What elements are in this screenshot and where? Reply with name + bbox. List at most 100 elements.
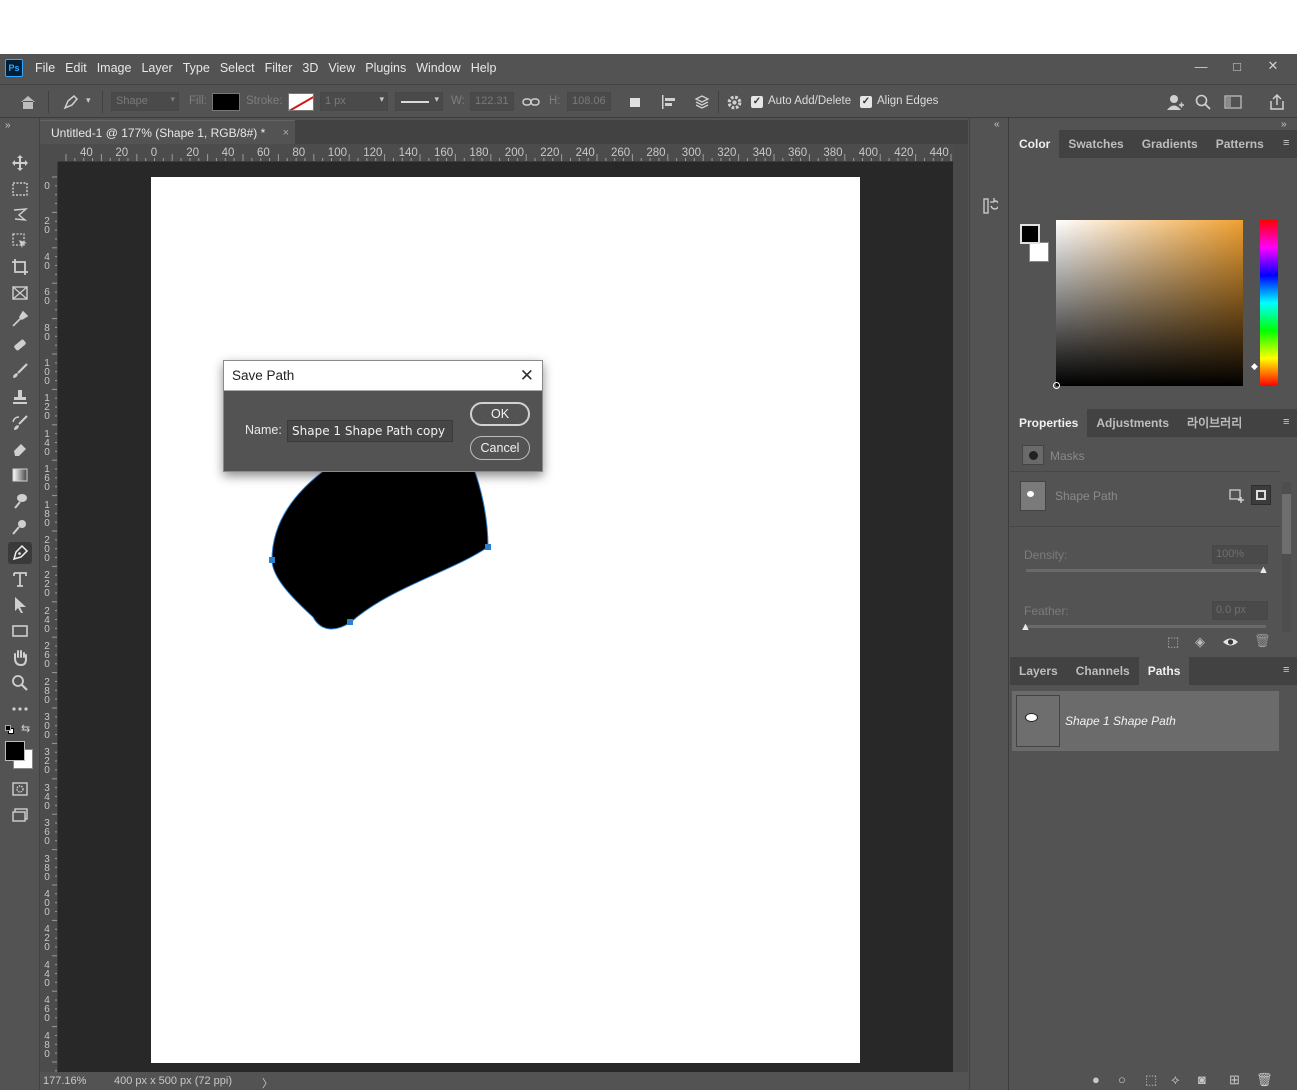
maximize-button[interactable]: □ xyxy=(1227,59,1247,74)
close-window-button[interactable]: ✕ xyxy=(1263,58,1283,74)
close-document-icon[interactable]: × xyxy=(283,121,289,145)
tab-color[interactable]: Color xyxy=(1010,130,1060,158)
menu-view[interactable]: View xyxy=(323,54,360,82)
menu-window[interactable]: Window xyxy=(411,54,465,82)
home-icon[interactable] xyxy=(19,94,37,110)
tab-libraries[interactable]: 라이브러리 xyxy=(1178,409,1251,437)
document-canvas[interactable] xyxy=(151,177,860,1063)
collapse-panels-icon[interactable]: » xyxy=(1281,119,1287,130)
clone-stamp-tool-icon[interactable] xyxy=(8,386,32,408)
eraser-tool-icon[interactable] xyxy=(8,438,32,460)
path-selection-tool-icon[interactable] xyxy=(8,594,32,616)
tab-layers[interactable]: Layers xyxy=(1010,657,1067,685)
shape-1-path[interactable] xyxy=(271,466,489,630)
width-field[interactable]: 122.31 xyxy=(470,92,514,111)
tab-patterns[interactable]: Patterns xyxy=(1207,130,1273,158)
lasso-tool-icon[interactable] xyxy=(8,204,32,226)
collapse-dock-icon[interactable]: « xyxy=(994,119,1000,130)
panel-menu-icon[interactable]: ≡ xyxy=(1283,137,1293,149)
healing-brush-tool-icon[interactable] xyxy=(8,334,32,356)
add-vector-mask-icon[interactable] xyxy=(1229,488,1245,504)
workspace-icon[interactable] xyxy=(1224,94,1242,110)
pen-tool-preset-icon[interactable] xyxy=(62,93,80,111)
object-selection-tool-icon[interactable] xyxy=(8,230,32,252)
menu-edit[interactable]: Edit xyxy=(60,54,92,82)
stroke-width-field[interactable]: 1 px ▾ xyxy=(320,92,388,111)
type-tool-icon[interactable] xyxy=(8,568,32,590)
path-arrangement-icon[interactable] xyxy=(692,93,712,111)
new-path-icon[interactable]: ⊞ xyxy=(1229,1072,1240,1088)
preset-dropdown-chevron-icon[interactable]: ▾ xyxy=(86,95,91,106)
align-edges-checkbox[interactable]: ✓ xyxy=(860,96,872,108)
stroke-type-select[interactable]: ▾ xyxy=(395,92,443,111)
ok-button[interactable]: OK xyxy=(470,402,530,426)
history-panel-icon[interactable] xyxy=(982,197,998,215)
menu-layer[interactable]: Layer xyxy=(136,54,177,82)
tab-paths[interactable]: Paths xyxy=(1138,657,1190,685)
make-work-path-icon[interactable]: ⟡ xyxy=(1171,1072,1180,1088)
crop-tool-icon[interactable] xyxy=(8,256,32,278)
horizontal-ruler[interactable]: 40 20 0 20 40 60 80 100 120 140 160 180 200 220 240 260… xyxy=(58,144,953,162)
shape-layer[interactable] xyxy=(151,177,860,1063)
auto-add-delete-checkbox[interactable]: ✓ xyxy=(751,96,763,108)
move-tool-icon[interactable] xyxy=(8,152,32,174)
menu-select[interactable]: Select xyxy=(215,54,260,82)
fill-path-icon[interactable]: ● xyxy=(1092,1072,1100,1087)
load-path-as-selection-icon[interactable]: ⬚ xyxy=(1145,1072,1157,1088)
tab-properties[interactable]: Properties xyxy=(1010,409,1088,437)
cancel-button[interactable]: Cancel xyxy=(470,436,530,460)
path-name[interactable]: Shape 1 Shape Path xyxy=(1065,714,1176,728)
tab-gradients[interactable]: Gradients xyxy=(1133,130,1207,158)
dodge-tool-icon[interactable] xyxy=(8,516,32,538)
shape-path-thumbnail[interactable] xyxy=(1020,481,1046,511)
status-menu-arrow[interactable]: 〉 xyxy=(262,1075,273,1090)
anchor-point[interactable] xyxy=(347,619,353,625)
path-name-input[interactable] xyxy=(287,420,453,442)
screen-mode-icon[interactable] xyxy=(8,804,32,826)
tab-adjustments[interactable]: Adjustments xyxy=(1087,409,1178,437)
menu-plugins[interactable]: Plugins xyxy=(360,54,411,82)
marquee-tool-icon[interactable] xyxy=(8,178,32,200)
vertical-ruler[interactable]: 0 20 40 60 80 100 120 140 160 180 200 220 240 260 280 3… xyxy=(40,162,58,1072)
gradient-tool-icon[interactable] xyxy=(8,464,32,486)
menu-filter[interactable]: Filter xyxy=(260,54,298,82)
anchor-point[interactable] xyxy=(485,544,491,550)
color-panel-foreground-swatch[interactable] xyxy=(1020,224,1040,244)
close-dialog-icon[interactable]: ✕ xyxy=(520,361,534,391)
history-brush-tool-icon[interactable] xyxy=(8,412,32,434)
tool-mode-select[interactable]: Shape ▾ xyxy=(111,92,179,111)
document-tab[interactable]: Untitled-1 @ 177% (Shape 1, RGB/8#) * × xyxy=(40,120,295,144)
frame-tool-icon[interactable] xyxy=(8,282,32,304)
quick-mask-icon[interactable] xyxy=(8,778,32,800)
height-field[interactable]: 108.06 xyxy=(567,92,611,111)
hand-tool-icon[interactable] xyxy=(8,646,32,668)
photoshop-logo-icon[interactable]: Ps xyxy=(5,59,23,77)
select-vector-mask-icon[interactable] xyxy=(1251,485,1271,505)
hue-slider-handle[interactable]: ◆ xyxy=(1251,361,1258,372)
collapse-tools-icon[interactable]: » xyxy=(5,120,11,131)
foreground-color-swatch[interactable] xyxy=(5,741,25,761)
link-icon[interactable] xyxy=(522,96,540,108)
canvas-vertical-scrollbar[interactable] xyxy=(953,144,968,1072)
menu-image[interactable]: Image xyxy=(92,54,137,82)
color-field[interactable] xyxy=(1053,220,1243,389)
panel-menu-icon[interactable]: ≡ xyxy=(1283,664,1293,676)
pen-tool-icon[interactable] xyxy=(8,542,32,564)
search-icon[interactable] xyxy=(1195,94,1211,110)
density-slider-handle[interactable]: ▲ xyxy=(1258,564,1269,576)
add-mask-icon[interactable]: ◙ xyxy=(1198,1072,1206,1087)
path-operations-icon[interactable] xyxy=(627,94,643,110)
eye-icon[interactable] xyxy=(1222,636,1239,648)
gear-icon[interactable] xyxy=(726,94,743,111)
zoom-level[interactable]: 177.16% xyxy=(43,1075,86,1087)
anchor-point[interactable] xyxy=(269,557,275,563)
smudge-tool-icon[interactable] xyxy=(8,490,32,512)
load-selection-icon[interactable]: ⬚ xyxy=(1167,634,1179,650)
menu-3d[interactable]: 3D xyxy=(297,54,323,82)
menu-type[interactable]: Type xyxy=(178,54,215,82)
share-icon[interactable] xyxy=(1268,93,1286,111)
tab-channels[interactable]: Channels xyxy=(1067,657,1139,685)
fill-swatch[interactable] xyxy=(212,93,240,111)
minimize-button[interactable]: — xyxy=(1191,59,1211,74)
tab-swatches[interactable]: Swatches xyxy=(1059,130,1132,158)
